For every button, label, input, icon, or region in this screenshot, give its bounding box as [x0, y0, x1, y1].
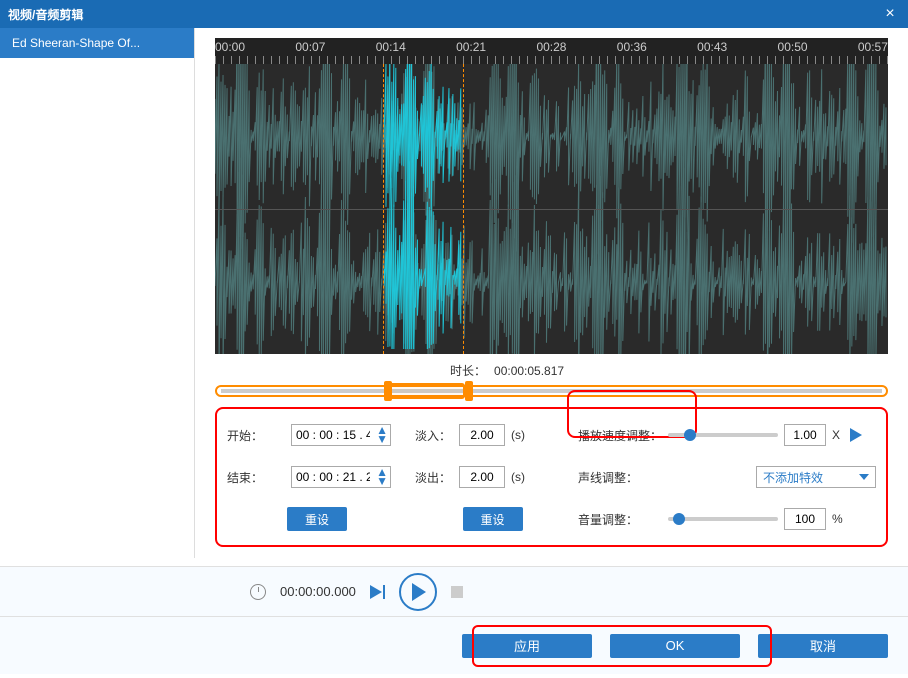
ok-button[interactable]: OK [610, 634, 740, 658]
duration-label: 时长： [450, 362, 486, 379]
voice-dropdown[interactable]: 不添加特效 [756, 466, 876, 488]
chevron-down-icon [859, 474, 869, 480]
volume-knob[interactable] [673, 513, 685, 525]
voice-selected: 不添加特效 [763, 469, 823, 486]
speed-knob[interactable] [684, 429, 696, 441]
main: Ed Sheeran-Shape Of... 00:0000:0700:1400… [0, 28, 908, 558]
reset2-wrap: 重设 [415, 507, 570, 531]
volume-input[interactable] [784, 508, 826, 530]
timeline-tick: 00:43 [697, 40, 727, 58]
fadein-label: 淡入： [415, 427, 453, 444]
speed-play-icon[interactable] [850, 428, 862, 442]
row-end: 结束： ▲▼ [227, 465, 407, 489]
apply-button[interactable]: 应用 [462, 634, 592, 658]
volume-slider[interactable] [668, 517, 778, 521]
timeline-tick: 00:36 [617, 40, 647, 58]
window-title: 视频/音频剪辑 [8, 6, 83, 23]
fadein-unit: (s) [511, 428, 525, 442]
range-handle-left[interactable] [384, 381, 392, 401]
volume-unit: % [832, 512, 843, 526]
waveform-selection[interactable] [383, 64, 464, 354]
row-fadein: 淡入： (s) [415, 423, 570, 447]
speed-unit: X [832, 428, 840, 442]
col-adjust: 播放速度调整： X 声线调整： 不添加特效 音量调整： [578, 423, 876, 531]
play-icon [412, 583, 426, 601]
footer: 应用 OK 取消 [0, 616, 908, 674]
start-label: 开始： [227, 427, 285, 444]
playbar-time: 00:00:00.000 [280, 584, 356, 599]
clock-icon [250, 584, 266, 600]
timeline-tick: 00:21 [456, 40, 486, 58]
timeline-tick: 00:00 [215, 40, 245, 58]
stop-icon[interactable] [451, 586, 463, 598]
timeline-ticks: 00:00 00:07 00:14 00:21 00:28 00:36 00:43 00:50… [215, 38, 888, 56]
end-input-field[interactable] [296, 470, 370, 484]
volume-label: 音量调整： [578, 511, 662, 528]
col-time: 开始： ▲▼ 结束： ▲▼ 重设 [227, 423, 407, 531]
fadeout-label: 淡出： [415, 469, 453, 486]
fadein-input[interactable] [459, 424, 505, 446]
cancel-button[interactable]: 取消 [758, 634, 888, 658]
col-fade: 淡入： (s) 淡出： (s) 重设 [415, 423, 570, 531]
row-voice: 声线调整： 不添加特效 [578, 465, 876, 489]
timeline-tick: 00:07 [295, 40, 325, 58]
playbar: 00:00:00.000 [0, 566, 908, 616]
timeline-tick: 00:57 [858, 40, 888, 58]
timeline-tick: 00:28 [536, 40, 566, 58]
reset-time-button[interactable]: 重设 [287, 507, 347, 531]
skip-end-icon[interactable] [370, 585, 385, 599]
fadeout-unit: (s) [511, 470, 525, 484]
voice-label: 声线调整： [578, 469, 662, 486]
timeline-tick: 00:14 [376, 40, 406, 58]
sidebar: Ed Sheeran-Shape Of... [0, 28, 195, 558]
row-volume: 音量调整： % [578, 507, 876, 531]
play-button[interactable] [399, 573, 437, 611]
duration-row: 时长： 00:00:05.817 [215, 362, 888, 379]
waveform[interactable] [215, 64, 888, 354]
reset-fade-button[interactable]: 重设 [463, 507, 523, 531]
controls-panel: 开始： ▲▼ 结束： ▲▼ 重设 [215, 407, 888, 547]
end-label: 结束： [227, 469, 285, 486]
spinner-down-icon[interactable]: ▼ [376, 435, 388, 444]
reset1-wrap: 重设 [227, 507, 407, 531]
titlebar: 视频/音频剪辑 × [0, 0, 908, 28]
timeline: 00:00 00:07 00:14 00:21 00:28 00:36 00:43 00:50… [215, 38, 888, 56]
content: 00:00 00:07 00:14 00:21 00:28 00:36 00:43 00:50… [195, 28, 908, 558]
waveform-divider [215, 209, 888, 210]
row-fadeout: 淡出： (s) [415, 465, 570, 489]
range-selection[interactable] [384, 383, 464, 399]
start-input-field[interactable] [296, 428, 370, 442]
row-speed: 播放速度调整： X [578, 423, 876, 447]
sidebar-item-file[interactable]: Ed Sheeran-Shape Of... [0, 28, 194, 58]
timeline-tick: 00:50 [778, 40, 808, 58]
range-handle-right[interactable] [465, 381, 473, 401]
duration-value: 00:00:05.817 [494, 364, 564, 378]
speed-input[interactable] [784, 424, 826, 446]
fadeout-input[interactable] [459, 466, 505, 488]
start-input[interactable]: ▲▼ [291, 424, 391, 446]
range-track [221, 389, 882, 393]
speed-label: 播放速度调整： [578, 427, 662, 444]
end-spinner[interactable]: ▲▼ [376, 468, 388, 486]
start-spinner[interactable]: ▲▼ [376, 426, 388, 444]
speed-slider[interactable] [668, 433, 778, 437]
spinner-down-icon[interactable]: ▼ [376, 477, 388, 486]
close-icon[interactable]: × [880, 5, 900, 23]
row-start: 开始： ▲▼ [227, 423, 407, 447]
range-slider[interactable] [215, 385, 888, 397]
waveform-selection-wave [384, 64, 463, 349]
sidebar-item-label: Ed Sheeran-Shape Of... [12, 36, 140, 50]
end-input[interactable]: ▲▼ [291, 466, 391, 488]
